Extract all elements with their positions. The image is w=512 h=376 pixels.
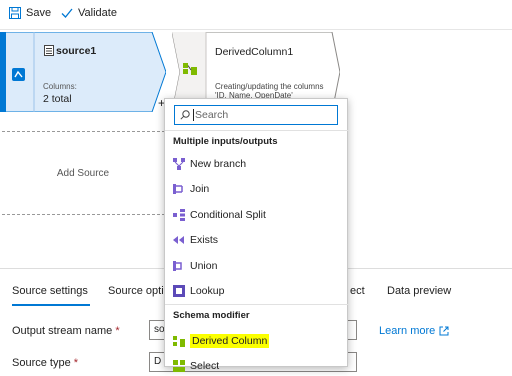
lookup-icon xyxy=(173,285,185,297)
learn-more-link[interactable]: Learn more xyxy=(379,325,449,337)
checkmark-icon xyxy=(61,8,73,18)
derived-node-title: DerivedColumn1 xyxy=(215,46,294,58)
database-icon xyxy=(12,68,25,81)
tab-data-preview[interactable]: Data preview xyxy=(387,285,451,297)
menu-item-derived-column[interactable]: Derived Column xyxy=(173,331,341,351)
source-type-label: Source type * xyxy=(12,357,78,369)
menu-item-exists[interactable]: Exists xyxy=(173,230,341,250)
required-mark-2: * xyxy=(73,357,79,369)
source-node[interactable]: source1 Columns: 2 total xyxy=(0,32,166,112)
save-label: Save xyxy=(26,7,52,19)
add-source-button[interactable]: Add Source xyxy=(2,131,165,215)
search-icon xyxy=(180,110,190,120)
external-link-icon xyxy=(439,326,449,336)
derived-column-icon xyxy=(183,63,197,75)
menu-item-label: Join xyxy=(190,183,210,195)
join-icon xyxy=(173,184,183,194)
menu-item-label: Derived Column xyxy=(190,334,270,348)
section-schema-modifier: Schema modifier xyxy=(173,310,250,321)
menu-item-select[interactable]: Select xyxy=(173,356,341,376)
search-placeholder: Search xyxy=(195,109,229,121)
tab-source-settings[interactable]: Source settings xyxy=(12,285,88,297)
columns-value: 2 total xyxy=(43,93,72,105)
output-stream-value: so xyxy=(154,324,165,335)
menu-item-union[interactable]: Union xyxy=(173,256,341,276)
search-input[interactable]: Search xyxy=(174,105,338,125)
menu-item-lookup[interactable]: Lookup xyxy=(173,281,341,301)
learn-more-text: Learn more xyxy=(379,325,436,337)
menu-item-new-branch[interactable]: New branch xyxy=(173,154,341,174)
output-stream-label-text: Output stream name xyxy=(12,325,113,337)
validate-label: Validate xyxy=(78,7,117,19)
output-stream-label: Output stream name * xyxy=(12,325,120,337)
new-branch-icon xyxy=(173,158,185,170)
add-source-label: Add Source xyxy=(56,167,110,179)
derived-node-description-1: Creating/updating the columns xyxy=(215,82,324,91)
menu-item-label: Exists xyxy=(190,234,219,246)
menu-item-conditional-split[interactable]: Conditional Split xyxy=(173,205,341,225)
menu-divider xyxy=(165,130,349,131)
menu-item-label: Select xyxy=(190,360,220,372)
active-tab-indicator xyxy=(12,304,90,306)
save-icon xyxy=(9,7,21,19)
tab-projection[interactable]: ect xyxy=(350,285,365,297)
menu-item-label: Lookup xyxy=(190,285,225,297)
validate-button[interactable]: Validate xyxy=(61,7,117,19)
source-type-value: D xyxy=(154,356,162,367)
tab-source-options[interactable]: Source opti xyxy=(108,285,164,297)
derived-column-icon xyxy=(173,336,185,347)
menu-divider-2 xyxy=(165,304,349,305)
menu-item-join[interactable]: Join xyxy=(173,179,341,199)
text-cursor xyxy=(193,109,194,121)
menu-item-label: Conditional Split xyxy=(190,209,266,221)
union-icon xyxy=(173,261,182,271)
menu-item-label: New branch xyxy=(190,158,247,170)
menu-item-label: Union xyxy=(190,260,218,272)
source-file-icon xyxy=(44,45,54,56)
conditional-split-icon xyxy=(173,209,185,221)
source-node-title: source1 xyxy=(56,45,97,57)
source-type-label-text: Source type xyxy=(12,357,71,369)
select-icon xyxy=(173,360,185,372)
save-button[interactable]: Save xyxy=(9,7,51,19)
section-multiple-inputs-outputs: Multiple inputs/outputs xyxy=(173,136,278,147)
toolbar: Save Validate xyxy=(0,0,512,30)
required-mark: * xyxy=(115,325,120,337)
exists-icon xyxy=(173,236,184,244)
transform-menu: Search Multiple inputs/outputs New branc… xyxy=(164,98,349,372)
columns-label: Columns: xyxy=(43,82,77,91)
